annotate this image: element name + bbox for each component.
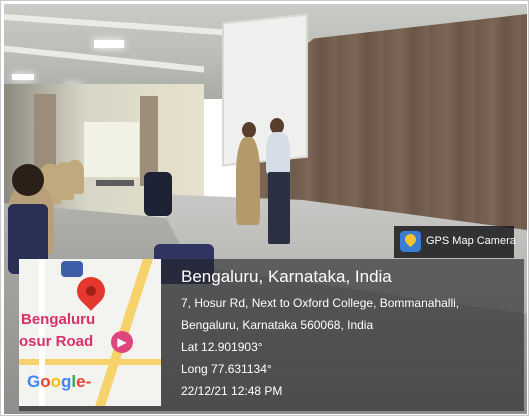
google-logo: Google- (27, 372, 91, 392)
police-officer (236, 137, 260, 225)
audience-head (12, 164, 44, 196)
ceiling-light (12, 74, 34, 80)
google-letter: o (50, 372, 62, 391)
gps-map-camera-badge: GPS Map Camera (394, 226, 516, 258)
address-line-1: 7, Hosur Rd, Next to Oxford College, Bom… (181, 296, 460, 310)
google-letter: o (40, 372, 51, 391)
timestamp: 22/12/21 12:48 PM (181, 384, 283, 398)
longitude: Long 77.631134° (181, 362, 272, 376)
chair (144, 172, 172, 216)
google-letter: g (61, 372, 72, 391)
gps-map-camera-icon (400, 231, 421, 252)
map-pin-dot (86, 286, 96, 296)
transit-icon (61, 261, 83, 277)
person-head (242, 122, 256, 138)
pillar (34, 94, 56, 174)
latitude: Lat 12.901903° (181, 340, 263, 354)
map-place-label: Bengaluru (21, 311, 96, 328)
speaker (266, 132, 290, 174)
map-place-label: osur Road (19, 333, 94, 350)
audience-member (66, 160, 84, 194)
table (96, 180, 134, 186)
speaker-legs (268, 172, 290, 244)
location-title: Bengaluru, Karnataka, India (181, 267, 392, 286)
google-letter: G (27, 372, 41, 391)
map-thumbnail: Bengaluru osur Road ▶ Google- (19, 259, 161, 406)
projector-screen (222, 13, 308, 167)
address-line-2: Bengaluru, Karnataka 560068, India (181, 318, 374, 332)
badge-label: GPS Map Camera (426, 235, 516, 247)
window (84, 122, 139, 177)
photo-frame: Bengaluru osur Road ▶ Google- GPS Map Ca… (0, 0, 529, 416)
google-letter: e (76, 372, 86, 391)
hotel-icon: ▶ (111, 331, 133, 353)
ceiling-light (94, 40, 124, 48)
google-letter: - (85, 372, 92, 391)
